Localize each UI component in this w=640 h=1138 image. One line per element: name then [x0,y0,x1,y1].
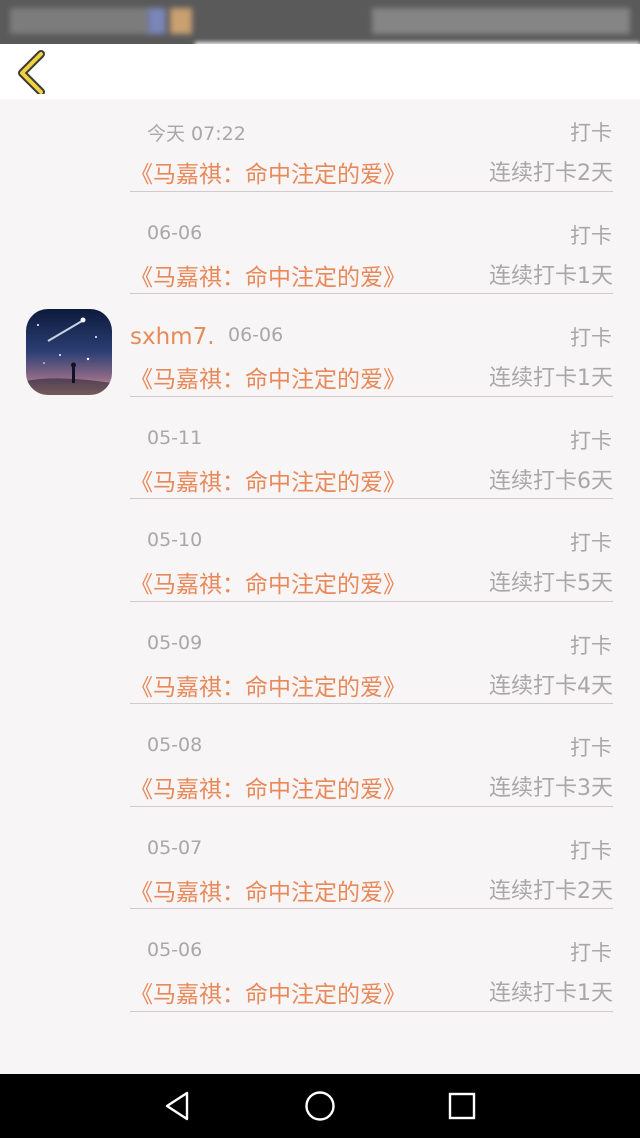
back-button[interactable] [14,50,58,96]
checkin-date: 06-06 [147,221,203,244]
divider [130,498,613,499]
checkin-tag: 打卡 [570,736,612,760]
book-title-link[interactable]: 《马嘉祺：命中注定的爱》 [130,565,406,599]
top-bar [0,44,640,99]
checkin-tag: 打卡 [570,633,612,658]
square-recents-icon [448,1092,476,1120]
checkin-date: 05-10 [147,529,203,551]
checkin-date: 05-11 [147,426,203,449]
username[interactable]: sxhm7. [130,324,215,350]
checkin-entry[interactable]: sxhm7. 06-06 打卡《马嘉祺：命中注定的爱》 连续打卡1天 [0,304,640,407]
book-title-link[interactable]: 《马嘉祺：命中注定的爱》 [130,258,406,292]
checkin-tag: 打卡 [570,121,612,145]
streak-count: 连续打卡6天 [489,468,613,494]
book-title-link[interactable]: 《马嘉祺：命中注定的爱》 [130,975,406,1009]
checkin-tag: 打卡 [570,531,612,555]
book-title-link[interactable]: 《马嘉祺：命中注定的爱》 [130,770,406,804]
checkin-date: 05-09 [147,631,203,654]
triangle-back-icon [165,1091,189,1121]
book-title-link[interactable]: 《马嘉祺：命中注定的爱》 [130,360,406,394]
checkin-tag: 打卡 [570,838,612,863]
checkin-entry[interactable]: 05-06 打卡《马嘉祺：命中注定的爱》 连续打卡1天 [0,919,640,1022]
streak-count: 连续打卡3天 [489,776,613,801]
checkin-entry[interactable]: 05-10 打卡《马嘉祺：命中注定的爱》 连续打卡5天 [0,509,640,612]
checkin-tag: 打卡 [570,223,612,248]
checkin-entry[interactable]: 05-09 打卡《马嘉祺：命中注定的爱》 连续打卡4天 [0,612,640,715]
checkin-tag: 打卡 [570,428,612,453]
streak-count: 连续打卡2天 [489,161,613,186]
chevron-left-icon [18,50,45,96]
checkin-entry[interactable]: 05-11 打卡《马嘉祺：命中注定的爱》 连续打卡6天 [0,407,640,510]
android-navigation-bar [0,1074,640,1138]
checkin-entry[interactable]: 今天 07:22 打卡《马嘉祺：命中注定的爱》 连续打卡2天 [0,99,640,202]
checkin-entry[interactable]: 06-06 打卡《马嘉祺：命中注定的爱》 连续打卡1天 [0,202,640,305]
streak-count: 连续打卡1天 [489,366,613,391]
divider [130,395,613,397]
divider [130,703,613,704]
checkin-tag: 打卡 [570,326,612,350]
circle-home-icon [305,1091,335,1121]
streak-count: 连续打卡1天 [489,981,613,1006]
nav-recents-button[interactable] [442,1086,482,1126]
divider [130,1010,613,1012]
book-title-link[interactable]: 《马嘉祺：命中注定的爱》 [130,463,406,497]
checkin-date: 05-06 [147,939,203,961]
checkin-tag: 打卡 [570,941,612,965]
status-bar [0,0,640,44]
checkin-entry[interactable]: 05-08 打卡《马嘉祺：命中注定的爱》 连续打卡3天 [0,714,640,817]
streak-count: 连续打卡1天 [489,263,613,289]
streak-count: 连续打卡4天 [489,673,613,699]
divider [130,293,613,294]
status-icon-blurred [148,8,166,34]
checkin-entry[interactable]: 05-07 打卡《马嘉祺：命中注定的爱》 连续打卡2天 [0,817,640,920]
checkin-date: 06-06 [228,324,284,346]
streak-count: 连续打卡2天 [489,878,613,904]
checkin-date: 05-08 [147,734,203,756]
book-title-link[interactable]: 《马嘉祺：命中注定的爱》 [130,155,406,189]
checkin-date: 今天 07:22 [147,123,246,145]
divider [130,805,613,807]
nav-back-button[interactable] [158,1086,198,1126]
nav-home-button[interactable] [300,1086,340,1126]
divider [130,190,613,192]
streak-count: 连续打卡5天 [489,571,613,596]
divider [130,600,613,602]
status-left-blurred [10,8,150,34]
book-title-link[interactable]: 《马嘉祺：命中注定的爱》 [130,668,406,702]
checkin-feed: 今天 07:22 打卡 《马嘉祺：命中注定的爱》 连续打卡2天 06-06 打卡 《马嘉祺：… [0,99,640,1022]
status-right-blurred [372,8,630,34]
divider [130,908,613,909]
checkin-date: 05-07 [147,836,203,859]
book-title-link[interactable]: 《马嘉祺：命中注定的爱》 [130,873,406,907]
status-icon-blurred [170,8,192,34]
